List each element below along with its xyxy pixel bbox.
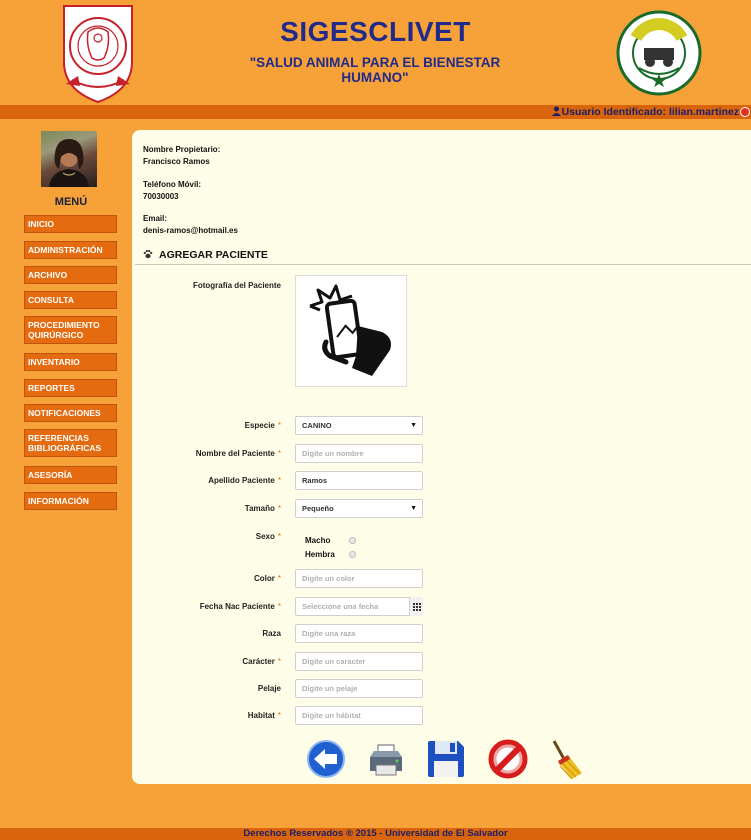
- sexo-macho-radio[interactable]: [349, 537, 356, 544]
- especie-select[interactable]: CANINO ▼: [295, 416, 423, 435]
- print-button[interactable]: [366, 739, 406, 779]
- patient-photo[interactable]: [295, 275, 407, 387]
- sidebar-item-notificaciones[interactable]: NOTIFICACIONES: [24, 404, 117, 422]
- tamano-label: Tamaño *: [244, 504, 281, 513]
- calendar-icon: [413, 603, 421, 611]
- user-status: Usuario Identificado: lilian.martinez: [551, 105, 739, 119]
- sidebar-item-administracion[interactable]: ADMINISTRACIÓN: [24, 241, 117, 259]
- clear-icon: [552, 740, 582, 780]
- phone-camera-icon: [309, 284, 391, 376]
- pelaje-field[interactable]: [295, 679, 423, 698]
- app-subtitle: "SALUD ANIMAL PARA EL BIENESTAR HUMANO": [249, 55, 501, 85]
- sidebar-item-referencias-bibliograficas[interactable]: REFERENCIAS BIBLIOGRÁFICAS: [24, 429, 117, 457]
- avatar: [41, 131, 97, 187]
- section-divider: [135, 264, 751, 265]
- user-label: Usuario Identificado: lilian.martinez: [561, 106, 739, 118]
- cancel-icon: [488, 739, 528, 779]
- sexo-hembra-radio[interactable]: [349, 551, 356, 558]
- power-icon[interactable]: [740, 107, 750, 117]
- tamano-select[interactable]: Pequeño ▼: [295, 499, 423, 518]
- owner-phone-label: Teléfono Móvil:: [143, 180, 202, 189]
- habitat-field[interactable]: [295, 706, 423, 725]
- print-icon: [370, 744, 402, 776]
- nombre-field[interactable]: [295, 444, 423, 463]
- raza-label: Raza: [262, 629, 281, 638]
- especie-label: Especie *: [244, 421, 281, 430]
- sexo-hembra-label: Hembra: [305, 550, 335, 559]
- save-icon: [428, 741, 464, 777]
- owner-email-value: denis-ramos@hotmail.es: [143, 226, 238, 235]
- owner-phone-value: 70030003: [143, 192, 179, 201]
- owner-name-label: Nombre Propietario:: [143, 145, 221, 154]
- calendar-button[interactable]: [409, 597, 423, 616]
- menu-title: MENÚ: [54, 196, 88, 208]
- back-button[interactable]: [306, 739, 346, 779]
- sidebar-item-archivo[interactable]: ARCHIVO: [24, 266, 117, 284]
- caracter-label: Carácter *: [242, 657, 281, 666]
- paw-icon: [143, 249, 153, 259]
- sidebar-item-informacion[interactable]: INFORMACIÓN: [24, 492, 117, 510]
- photo-label: Fotografía del Paciente: [192, 281, 281, 290]
- save-button[interactable]: [426, 739, 466, 779]
- clear-button[interactable]: [546, 739, 586, 780]
- pelaje-label: Pelaje: [257, 684, 281, 693]
- nombre-label: Nombre del Paciente *: [195, 449, 281, 458]
- chevron-down-icon: ▼: [410, 422, 417, 429]
- apellido-label: Apellido Paciente *: [208, 476, 281, 485]
- owner-name-value: Francisco Ramos: [143, 157, 210, 166]
- sexo-macho-label: Macho: [305, 536, 331, 545]
- caracter-field[interactable]: [295, 652, 423, 671]
- sidebar-item-inventario[interactable]: INVENTARIO: [24, 353, 117, 371]
- header: SIGESCLIVET "SALUD ANIMAL PARA EL BIENES…: [0, 0, 751, 105]
- owner-email-label: Email:: [143, 214, 168, 223]
- section-title: AGREGAR PACIENTE: [143, 249, 268, 261]
- sidebar-item-procedimiento-quirurgico[interactable]: PROCEDIMIENTO QUIRÚRGICO: [24, 316, 117, 344]
- apellido-field[interactable]: [295, 471, 423, 490]
- fecha-label: Fecha Nac Paciente *: [199, 602, 281, 611]
- habitat-label: Habitat *: [247, 711, 281, 720]
- user-icon: [551, 106, 561, 116]
- sidebar-item-consulta[interactable]: CONSULTA: [24, 291, 117, 309]
- fecha-field[interactable]: [295, 597, 423, 616]
- chevron-down-icon: ▼: [410, 505, 417, 512]
- color-field[interactable]: [295, 569, 423, 588]
- sidebar-item-reportes[interactable]: REPORTES: [24, 379, 117, 397]
- sidebar-item-asesoria[interactable]: ASESORÍA: [24, 466, 117, 484]
- faculty-agronomy-seal-logo: [616, 10, 702, 96]
- back-icon: [307, 740, 345, 778]
- color-label: Color *: [253, 574, 281, 583]
- raza-field[interactable]: [295, 624, 423, 643]
- footer: Derechos Reservados ® 2015 - Universidad…: [0, 828, 751, 840]
- sexo-label: Sexo *: [255, 532, 281, 541]
- sidebar-item-inicio[interactable]: INICIO: [24, 215, 117, 233]
- section-title-label: AGREGAR PACIENTE: [159, 249, 268, 261]
- user-bar: Usuario Identificado: lilian.martinez: [0, 105, 751, 119]
- cancel-button[interactable]: [488, 739, 528, 779]
